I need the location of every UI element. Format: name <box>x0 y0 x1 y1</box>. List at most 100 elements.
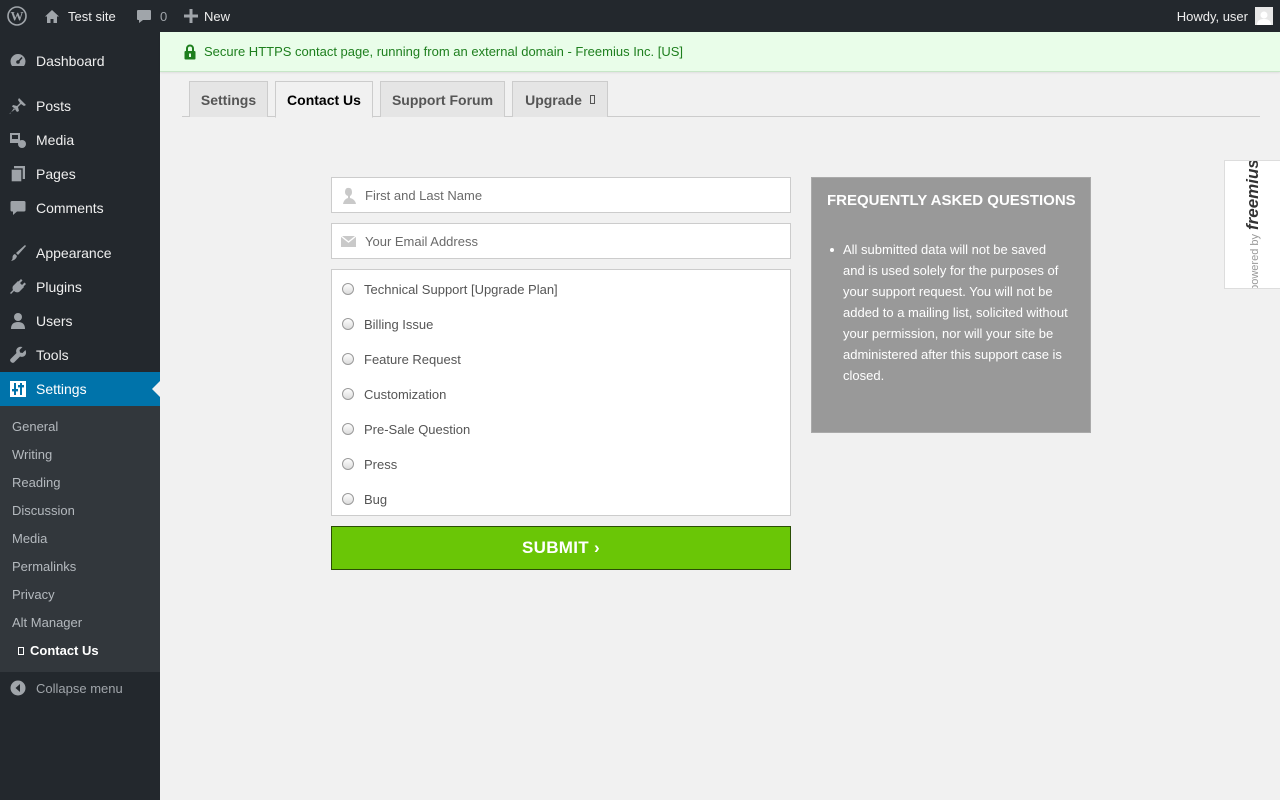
powered-by-label: powered by <box>1249 234 1261 289</box>
sliders-icon <box>0 380 36 398</box>
freemius-logo: freemius <box>1243 160 1262 230</box>
secure-notice: Secure HTTPS contact page, running from … <box>160 32 1280 72</box>
sidebar-item-label: Plugins <box>36 279 82 295</box>
sidebar-item-users[interactable]: Users <box>0 304 160 338</box>
pin-icon <box>0 97 36 115</box>
user-icon <box>0 312 36 330</box>
topic-option[interactable]: Press <box>342 454 397 474</box>
submenu-item-writing[interactable]: Writing <box>12 447 52 462</box>
radio-button[interactable] <box>342 493 354 505</box>
avatar <box>1255 7 1273 25</box>
tab-contact-us[interactable]: Contact Us <box>275 81 373 118</box>
comments-link[interactable]: 0 <box>136 0 167 32</box>
collapse-menu-button[interactable]: Collapse menu <box>0 673 160 703</box>
notice-text: Secure HTTPS contact page, running from … <box>204 44 684 59</box>
radio-button[interactable] <box>342 283 354 295</box>
sidebar-item-pages[interactable]: Pages <box>0 157 160 191</box>
admin-sidebar: Dashboard Posts Media Pages Comments App… <box>0 32 160 800</box>
page-tabs: Settings Contact Us Support Forum Upgrad… <box>182 80 1260 118</box>
external-link-icon <box>589 95 595 104</box>
name-field[interactable] <box>331 177 791 213</box>
media-icon <box>0 131 36 149</box>
sidebar-item-posts[interactable]: Posts <box>0 89 160 123</box>
topic-option[interactable]: Feature Request <box>342 349 461 369</box>
svg-text:W: W <box>11 9 24 24</box>
wrench-icon <box>0 346 36 364</box>
topic-label: Technical Support [Upgrade Plan] <box>364 281 558 297</box>
tab-label: Contact Us <box>287 91 361 108</box>
name-input[interactable] <box>365 180 775 210</box>
sidebar-item-comments[interactable]: Comments <box>0 191 160 225</box>
topic-option[interactable]: Technical Support [Upgrade Plan] <box>342 279 558 299</box>
sidebar-item-dashboard[interactable]: Dashboard <box>0 44 160 78</box>
tab-label: Upgrade <box>525 91 582 108</box>
envelope-icon <box>332 235 365 247</box>
submenu-item-discussion[interactable]: Discussion <box>12 503 75 518</box>
submenu-item-contact-us[interactable]: Contact Us <box>18 643 99 658</box>
tab-support-forum[interactable]: Support Forum <box>380 81 505 117</box>
sidebar-item-label: Media <box>36 132 75 148</box>
radio-button[interactable] <box>342 318 354 330</box>
pages-icon <box>0 165 36 183</box>
tab-label: Settings <box>200 91 257 108</box>
email-field[interactable] <box>331 223 791 259</box>
sidebar-item-label: Appearance <box>36 245 112 261</box>
topic-option[interactable]: Billing Issue <box>342 314 433 334</box>
radio-button[interactable] <box>342 388 354 400</box>
user-silhouette-icon <box>332 187 365 204</box>
faq-title: FREQUENTLY ASKED QUESTIONS <box>827 192 1076 209</box>
faq-item: All submitted data will not be saved and… <box>830 239 1068 386</box>
submenu-item-permalinks[interactable]: Permalinks <box>12 559 76 574</box>
home-icon <box>44 9 60 24</box>
topic-option[interactable]: Bug <box>342 489 387 509</box>
topic-option[interactable]: Customization <box>342 384 446 404</box>
account-menu[interactable]: Howdy, user <box>1177 0 1273 32</box>
radio-button[interactable] <box>342 458 354 470</box>
new-label: New <box>204 8 231 24</box>
admin-bar: W Test site 0 New Howdy, user <box>0 0 1280 32</box>
submenu-item-media[interactable]: Media <box>12 531 47 546</box>
sidebar-item-label: Pages <box>36 166 76 182</box>
howdy-label: Howdy, user <box>1176 8 1248 24</box>
sidebar-item-plugins[interactable]: Plugins <box>0 270 160 304</box>
tab-settings[interactable]: Settings <box>189 81 268 117</box>
brush-icon <box>0 244 36 262</box>
topic-option[interactable]: Pre-Sale Question <box>342 419 470 439</box>
powered-by-text: powered by freemius <box>1243 160 1263 289</box>
comment-icon <box>0 199 36 217</box>
submenu-item-general[interactable]: General <box>12 419 58 434</box>
radio-button[interactable] <box>342 353 354 365</box>
sidebar-item-appearance[interactable]: Appearance <box>0 236 160 270</box>
submenu-item-privacy[interactable]: Privacy <box>12 587 55 602</box>
sidebar-item-label: Comments <box>36 200 104 216</box>
sidebar-item-tools[interactable]: Tools <box>0 338 160 372</box>
sidebar-item-media[interactable]: Media <box>0 123 160 157</box>
plug-icon <box>0 278 36 296</box>
wordpress-logo-icon[interactable]: W <box>6 0 28 32</box>
topic-label: Bug <box>364 491 388 507</box>
topic-label: Customization <box>364 386 447 402</box>
powered-by-freemius-badge[interactable]: powered by freemius <box>1224 160 1280 289</box>
topic-label: Feature Request <box>364 351 461 367</box>
sidebar-item-label: Dashboard <box>36 53 105 69</box>
site-name-link[interactable]: Test site <box>44 0 116 32</box>
lock-icon <box>184 44 196 60</box>
sidebar-item-settings[interactable]: Settings <box>0 372 160 406</box>
collapse-label: Collapse menu <box>36 680 123 696</box>
comments-count: 0 <box>160 8 168 24</box>
new-content-link[interactable]: New <box>184 0 230 32</box>
sidebar-item-label: Settings <box>36 381 87 397</box>
submenu-item-alt-manager[interactable]: Alt Manager <box>12 615 82 630</box>
tab-upgrade[interactable]: Upgrade <box>512 81 608 117</box>
topic-label: Billing Issue <box>364 316 434 332</box>
topic-label: Pre-Sale Question <box>364 421 471 437</box>
dashboard-icon <box>0 52 36 70</box>
comment-bubble-icon <box>136 9 152 24</box>
submit-button[interactable]: SUBMIT › <box>331 526 791 570</box>
radio-button[interactable] <box>342 423 354 435</box>
sidebar-item-label: Posts <box>36 98 72 114</box>
submenu-item-reading[interactable]: Reading <box>12 475 60 490</box>
email-input[interactable] <box>365 226 775 256</box>
plus-icon <box>184 9 198 23</box>
sidebar-item-label: Users <box>36 313 73 329</box>
